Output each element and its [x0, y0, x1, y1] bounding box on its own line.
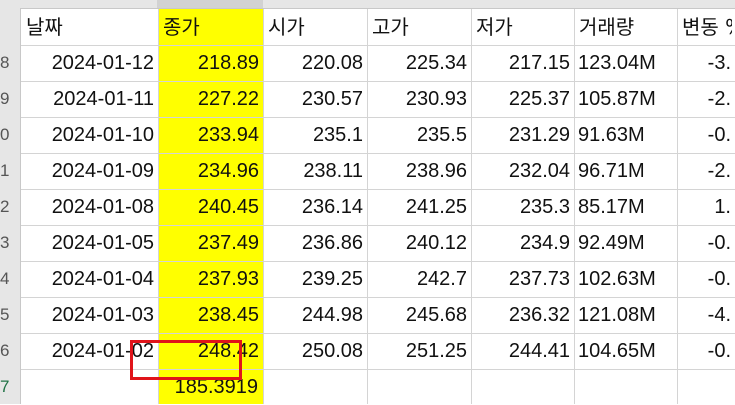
table-cell[interactable]: 238.96: [367, 153, 467, 189]
table-cell[interactable]: 234.9: [471, 225, 570, 261]
table-cell[interactable]: -2.: [677, 153, 731, 189]
column-header-selected[interactable]: [157, 0, 263, 8]
table-cell[interactable]: 237.49: [158, 225, 259, 261]
table-cell[interactable]: 230.57: [263, 81, 363, 117]
table-cell[interactable]: 240.12: [367, 225, 467, 261]
grid-vline: [574, 9, 575, 404]
table-cell[interactable]: 123.04M: [578, 45, 677, 81]
table-cell[interactable]: 2024-01-11: [21, 81, 154, 117]
table-cell[interactable]: 232.04: [471, 153, 570, 189]
table-cell[interactable]: 250.08: [263, 333, 363, 369]
table-cell[interactable]: -0.: [677, 333, 731, 369]
table-cell[interactable]: 2024-01-10: [21, 117, 154, 153]
column-header-bar[interactable]: [0, 0, 735, 9]
table-cell[interactable]: 244.98: [263, 297, 363, 333]
row-number[interactable]: 2: [0, 189, 9, 225]
table-cell[interactable]: 238.45: [158, 297, 259, 333]
spreadsheet-grid[interactable]: 날짜종가시가고가저가거래량변동 %2024-01-12218.89220.082…: [21, 9, 735, 404]
table-cell[interactable]: 2024-01-04: [21, 261, 154, 297]
table-cell[interactable]: 105.87M: [578, 81, 677, 117]
table-cell[interactable]: 241.25: [367, 189, 467, 225]
table-cell[interactable]: 2024-01-12: [21, 45, 154, 81]
table-cell[interactable]: 91.63M: [578, 117, 677, 153]
row-number[interactable]: 9: [0, 81, 9, 117]
column-label[interactable]: 날짜: [26, 9, 155, 45]
table-cell[interactable]: 96.71M: [578, 153, 677, 189]
row-number[interactable]: 5: [0, 297, 9, 333]
table-cell[interactable]: 242.7: [367, 261, 467, 297]
table-cell[interactable]: -4.: [677, 297, 731, 333]
table-cell[interactable]: 104.65M: [578, 333, 677, 369]
table-cell[interactable]: 238.11: [263, 153, 363, 189]
table-cell[interactable]: -0.: [677, 261, 731, 297]
table-cell[interactable]: 240.45: [158, 189, 259, 225]
table-cell[interactable]: 102.63M: [578, 261, 677, 297]
table-cell[interactable]: 218.89: [158, 45, 259, 81]
table-cell[interactable]: 239.25: [263, 261, 363, 297]
table-cell[interactable]: 235.5: [367, 117, 467, 153]
table-cell[interactable]: 217.15: [471, 45, 570, 81]
table-cell[interactable]: 244.41: [471, 333, 570, 369]
table-cell[interactable]: 245.68: [367, 297, 467, 333]
table-cell[interactable]: 237.73: [471, 261, 570, 297]
column-label[interactable]: 변동 %: [682, 9, 732, 45]
table-cell[interactable]: -0.: [677, 225, 731, 261]
grid-hline: [21, 369, 735, 370]
row-number[interactable]: 3: [0, 225, 9, 261]
table-cell[interactable]: -2.: [677, 81, 731, 117]
table-cell[interactable]: 235.3: [471, 189, 570, 225]
selected-cell-border: [130, 340, 242, 380]
column-label[interactable]: 저가: [476, 9, 571, 45]
table-cell[interactable]: 2024-01-08: [21, 189, 154, 225]
column-label[interactable]: 거래량: [579, 9, 674, 45]
table-cell[interactable]: 233.94: [158, 117, 259, 153]
table-cell[interactable]: -3.: [677, 45, 731, 81]
table-cell[interactable]: 227.22: [158, 81, 259, 117]
table-cell[interactable]: 236.14: [263, 189, 363, 225]
table-cell[interactable]: 236.86: [263, 225, 363, 261]
table-cell[interactable]: 85.17M: [578, 189, 677, 225]
table-cell[interactable]: 237.93: [158, 261, 259, 297]
table-cell[interactable]: 2024-01-09: [21, 153, 154, 189]
table-cell[interactable]: 235.1: [263, 117, 363, 153]
table-cell[interactable]: 2024-01-03: [21, 297, 154, 333]
table-cell[interactable]: 251.25: [367, 333, 467, 369]
table-cell[interactable]: 92.49M: [578, 225, 677, 261]
table-cell[interactable]: 230.93: [367, 81, 467, 117]
table-cell[interactable]: 220.08: [263, 45, 363, 81]
table-cell[interactable]: 236.32: [471, 297, 570, 333]
row-number[interactable]: 1: [0, 153, 9, 189]
table-cell[interactable]: 2024-01-05: [21, 225, 154, 261]
table-cell[interactable]: 225.34: [367, 45, 467, 81]
row-number[interactable]: 0: [0, 117, 9, 153]
table-cell[interactable]: 231.29: [471, 117, 570, 153]
row-number[interactable]: 6: [0, 333, 9, 369]
column-label[interactable]: 종가: [163, 9, 260, 45]
table-cell[interactable]: 234.96: [158, 153, 259, 189]
column-label[interactable]: 고가: [372, 9, 468, 45]
table-cell[interactable]: -0.: [677, 117, 731, 153]
table-cell[interactable]: 1.: [677, 189, 731, 225]
table-cell[interactable]: 121.08M: [578, 297, 677, 333]
row-number[interactable]: 8: [0, 45, 9, 81]
row-number[interactable]: 7: [0, 369, 9, 405]
row-header-bar[interactable]: 8901234567: [0, 8, 21, 404]
column-label[interactable]: 시가: [268, 9, 364, 45]
row-number[interactable]: 4: [0, 261, 9, 297]
table-cell[interactable]: 225.37: [471, 81, 570, 117]
